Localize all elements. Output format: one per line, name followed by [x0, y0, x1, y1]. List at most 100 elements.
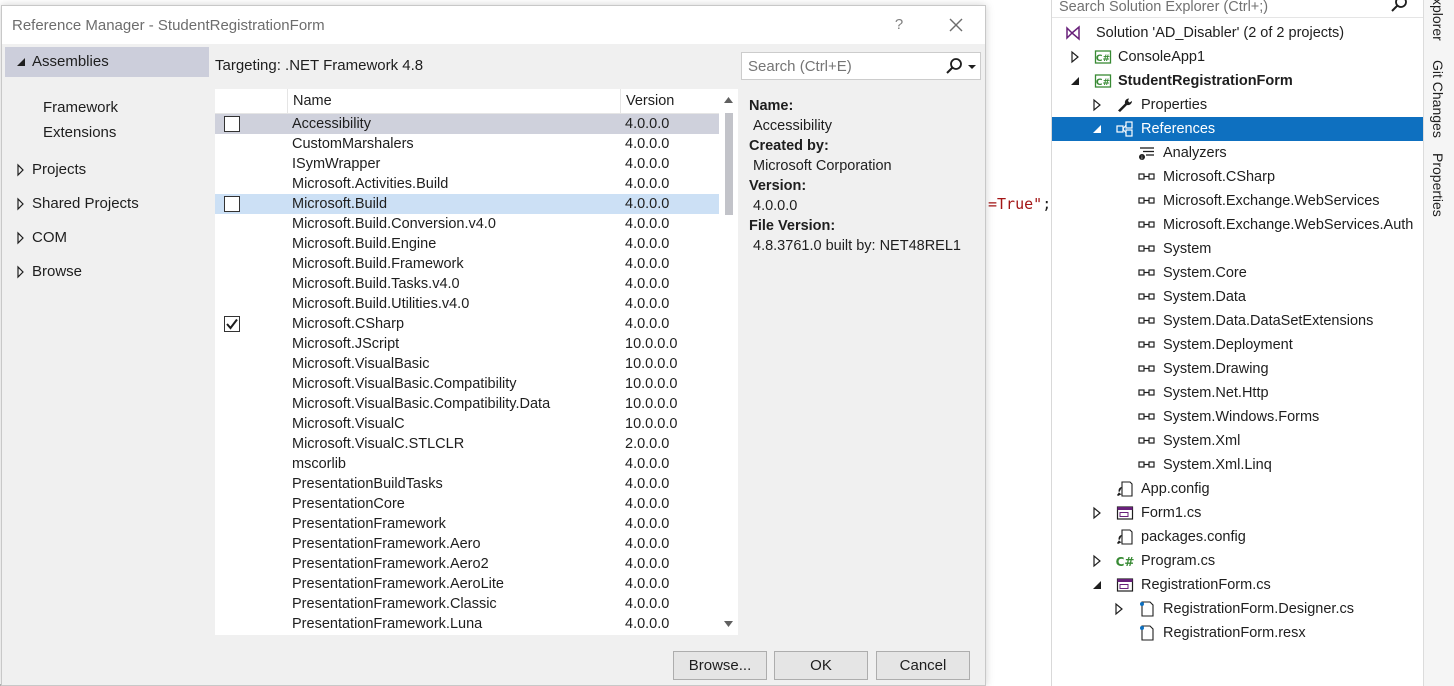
table-row[interactable]: ISymWrapper 4.0.0.0	[215, 154, 719, 174]
assembly-name: PresentationFramework.Aero2	[292, 556, 489, 572]
table-row[interactable]: Microsoft.JScript 10.0.0.0	[215, 334, 719, 354]
search-icon[interactable]	[1389, 0, 1411, 16]
table-row[interactable]: Microsoft.CSharp 4.0.0.0	[215, 314, 719, 334]
table-row[interactable]: Microsoft.VisualC 10.0.0.0	[215, 414, 719, 434]
grid-scrollbar[interactable]	[719, 89, 738, 635]
unchecked-checkbox[interactable]	[224, 116, 240, 132]
collapsed-triangle-icon[interactable]	[15, 223, 27, 253]
table-row[interactable]: Microsoft.VisualBasic.Compatibility.Data…	[215, 394, 719, 414]
table-row[interactable]: mscorlib 4.0.0.0	[215, 454, 719, 474]
solution-explorer-search-input[interactable]: Search Solution Explorer (Ctrl+;)	[1052, 0, 1423, 18]
tree-item[interactable]: Solution 'AD_Disabler' (2 of 2 projects)	[1052, 21, 1423, 45]
expanded-triangle-icon[interactable]	[1068, 69, 1082, 93]
table-row[interactable]: Microsoft.VisualBasic 10.0.0.0	[215, 354, 719, 374]
tree-item[interactable]: System.Deployment	[1052, 333, 1423, 357]
nav-item-framework[interactable]: Framework	[43, 96, 118, 120]
table-row[interactable]: PresentationFramework.AeroLite 4.0.0.0	[215, 574, 719, 594]
nav-item-assemblies[interactable]: Assemblies	[5, 47, 209, 77]
tree-item[interactable]: packages.config	[1052, 525, 1423, 549]
ok-button[interactable]: OK	[774, 651, 868, 680]
table-row[interactable]: PresentationFramework.Classic 4.0.0.0	[215, 594, 719, 614]
tab-solution-explorer[interactable]: xplorer	[1430, 0, 1446, 41]
unchecked-checkbox[interactable]	[224, 196, 240, 212]
collapsed-triangle-icon[interactable]	[15, 189, 27, 219]
nav-item-shared-projects[interactable]: Shared Projects	[5, 189, 209, 219]
tree-item[interactable]: RegistrationForm.Designer.cs	[1052, 597, 1423, 621]
tree-item[interactable]: System.Windows.Forms	[1052, 405, 1423, 429]
reference-icon	[1138, 289, 1156, 305]
tree-item[interactable]: Microsoft.CSharp	[1052, 165, 1423, 189]
table-row[interactable]: CustomMarshalers 4.0.0.0	[215, 134, 719, 154]
tree-item[interactable]: C# ConsoleApp1	[1052, 45, 1423, 69]
scroll-down-arrow-icon[interactable]	[723, 619, 734, 629]
table-row[interactable]: PresentationCore 4.0.0.0	[215, 494, 719, 514]
close-icon[interactable]	[941, 13, 971, 39]
tree-item[interactable]: System.Net.Http	[1052, 381, 1423, 405]
collapsed-triangle-icon[interactable]	[1090, 549, 1104, 573]
tree-item[interactable]: App.config	[1052, 477, 1423, 501]
tree-item[interactable]: System.Core	[1052, 261, 1423, 285]
scroll-up-arrow-icon[interactable]	[723, 95, 734, 105]
dialog-title: Reference Manager - StudentRegistrationF…	[12, 17, 325, 34]
table-row[interactable]: PresentationBuildTasks 4.0.0.0	[215, 474, 719, 494]
tab-properties[interactable]: Properties	[1430, 153, 1446, 217]
tree-item[interactable]: C# Program.cs	[1052, 549, 1423, 573]
nav-item-browse[interactable]: Browse	[5, 257, 209, 287]
collapsed-triangle-icon[interactable]	[1090, 93, 1104, 117]
browse-button[interactable]: Browse...	[673, 651, 767, 680]
scrollbar-thumb[interactable]	[725, 113, 733, 215]
collapsed-triangle-icon[interactable]	[1112, 597, 1126, 621]
table-row[interactable]: Microsoft.Activities.Build 4.0.0.0	[215, 174, 719, 194]
chevron-down-icon[interactable]	[966, 57, 978, 77]
reference-icon	[1138, 241, 1156, 257]
cancel-button[interactable]: Cancel	[876, 651, 970, 680]
table-row[interactable]: PresentationFramework.Luna 4.0.0.0	[215, 614, 719, 634]
collapsed-triangle-icon[interactable]	[1090, 501, 1104, 525]
tree-item[interactable]: Properties	[1052, 93, 1423, 117]
tree-item[interactable]: Form1.cs	[1052, 501, 1423, 525]
expanded-triangle-icon[interactable]	[15, 47, 27, 77]
table-row[interactable]: Microsoft.Build.Utilities.v4.0 4.0.0.0	[215, 294, 719, 314]
collapsed-triangle-icon[interactable]	[1068, 45, 1082, 69]
table-row[interactable]: Microsoft.VisualBasic.Compatibility 10.0.…	[215, 374, 719, 394]
tree-item[interactable]: References	[1052, 117, 1423, 141]
search-icon[interactable]	[944, 57, 964, 77]
tree-item[interactable]: System.Xml.Linq	[1052, 453, 1423, 477]
checked-checkbox[interactable]	[224, 316, 240, 332]
table-row[interactable]: Microsoft.Build 4.0.0.0	[215, 194, 719, 214]
table-row[interactable]: PresentationFramework.Aero2 4.0.0.0	[215, 554, 719, 574]
table-row[interactable]: Microsoft.VisualC.STLCLR 2.0.0.0	[215, 434, 719, 454]
nav-item-projects[interactable]: Projects	[5, 155, 209, 185]
table-row[interactable]: Microsoft.Build.Engine 4.0.0.0	[215, 234, 719, 254]
tree-item[interactable]: System	[1052, 237, 1423, 261]
csharp-project-icon: C#	[1094, 73, 1112, 89]
tree-item[interactable]: System.Data.DataSetExtensions	[1052, 309, 1423, 333]
collapsed-triangle-icon[interactable]	[15, 155, 27, 185]
table-row[interactable]: PresentationFramework 4.0.0.0	[215, 514, 719, 534]
assembly-search-box[interactable]	[741, 52, 981, 80]
table-row[interactable]: PresentationFramework.Aero 4.0.0.0	[215, 534, 719, 554]
tree-item[interactable]: i Analyzers	[1052, 141, 1423, 165]
table-row[interactable]: Microsoft.Build.Tasks.v4.0 4.0.0.0	[215, 274, 719, 294]
tree-item[interactable]: RegistrationForm.resx	[1052, 621, 1423, 645]
tree-item[interactable]: RegistrationForm.cs	[1052, 573, 1423, 597]
collapsed-triangle-icon[interactable]	[15, 257, 27, 287]
tree-item[interactable]: System.Xml	[1052, 429, 1423, 453]
tab-git-changes[interactable]: Git Changes	[1430, 60, 1446, 138]
table-row[interactable]: Accessibility 4.0.0.0	[215, 114, 719, 134]
table-row[interactable]: Microsoft.Build.Conversion.v4.0 4.0.0.0	[215, 214, 719, 234]
help-button[interactable]: ?	[886, 13, 912, 37]
tree-item[interactable]: System.Drawing	[1052, 357, 1423, 381]
nav-item-com[interactable]: COM	[5, 223, 209, 253]
column-header-version[interactable]: Version	[620, 89, 719, 113]
tree-item[interactable]: C# StudentRegistrationForm	[1052, 69, 1423, 93]
expanded-triangle-icon[interactable]	[1090, 117, 1104, 141]
assembly-search-input[interactable]	[742, 53, 938, 79]
tree-item[interactable]: Microsoft.Exchange.WebServices.Auth	[1052, 213, 1423, 237]
table-row[interactable]: Microsoft.Build.Framework 4.0.0.0	[215, 254, 719, 274]
expanded-triangle-icon[interactable]	[1090, 573, 1104, 597]
column-header-name[interactable]: Name	[287, 89, 620, 113]
nav-item-extensions[interactable]: Extensions	[43, 121, 116, 145]
tree-item[interactable]: Microsoft.Exchange.WebServices	[1052, 189, 1423, 213]
tree-item[interactable]: System.Data	[1052, 285, 1423, 309]
